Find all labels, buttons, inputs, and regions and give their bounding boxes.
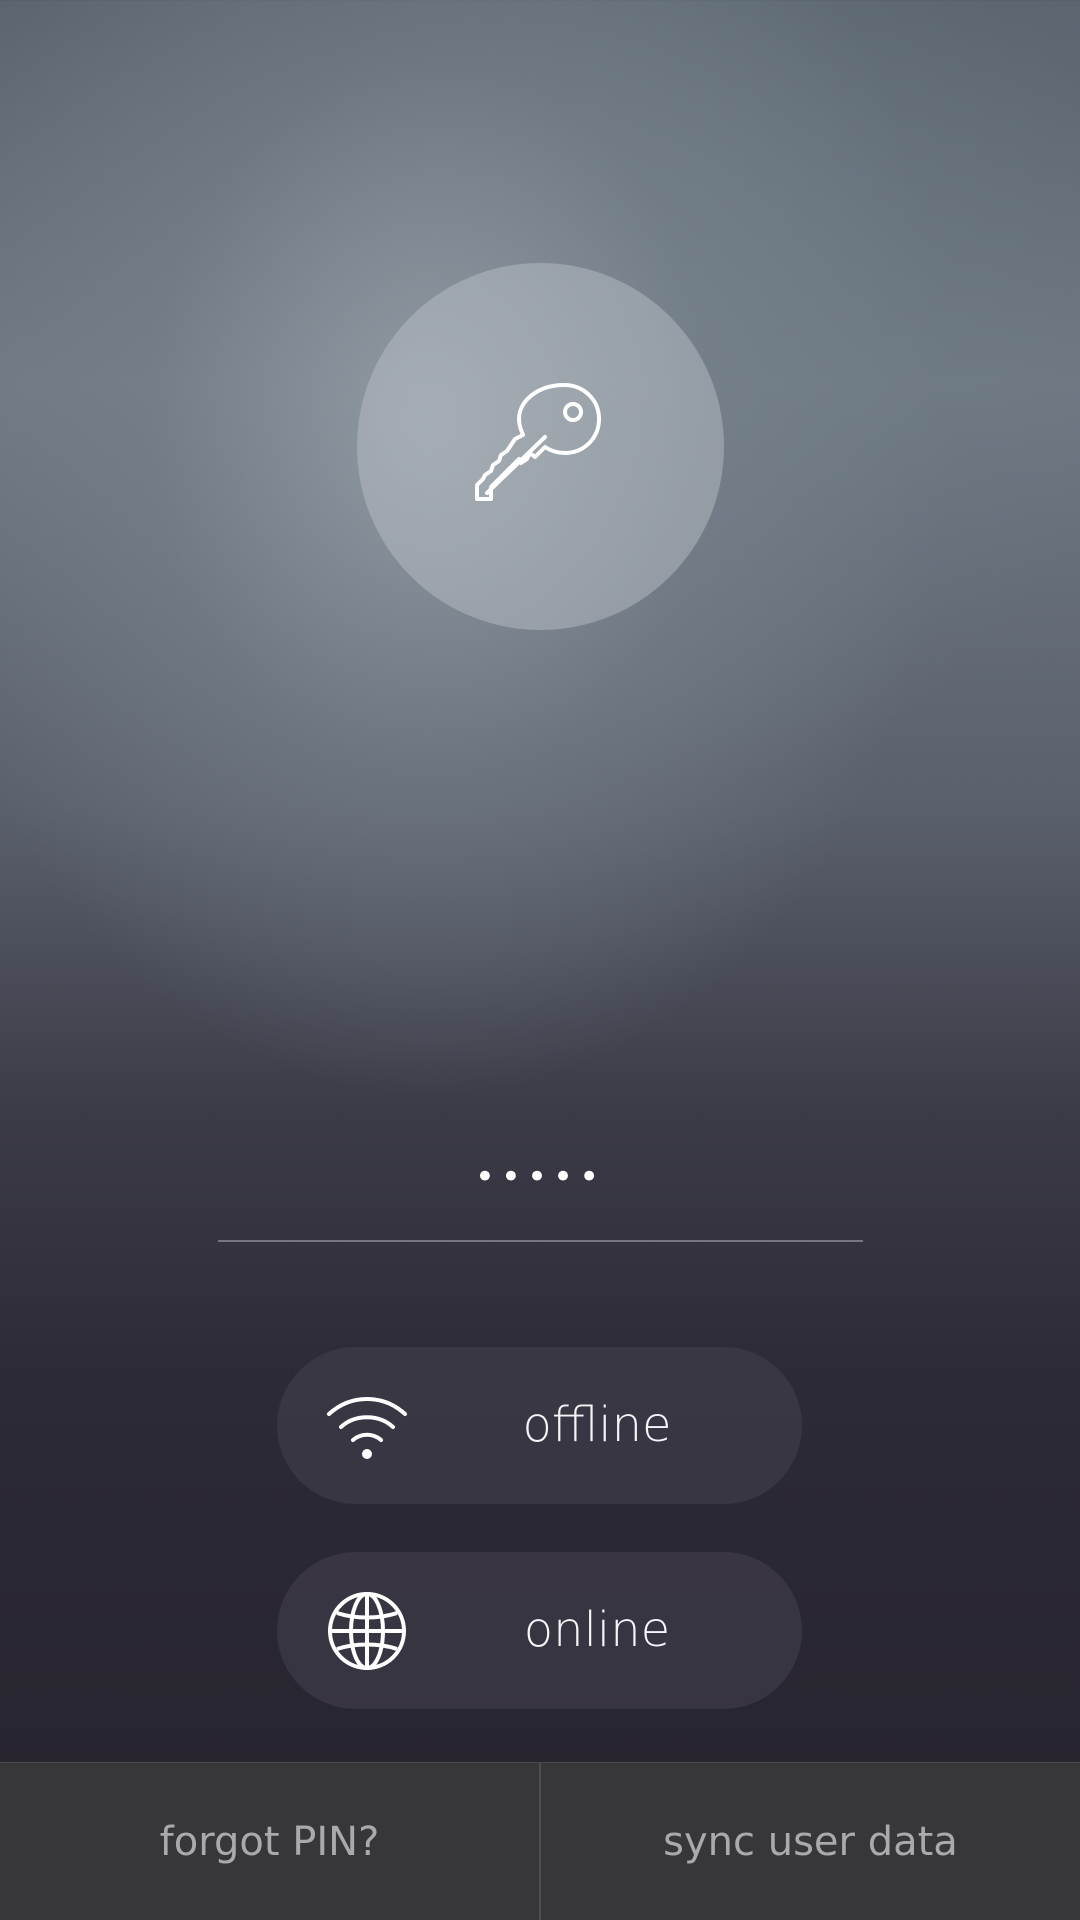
online-button[interactable]: online <box>277 1552 802 1709</box>
offline-label: offline <box>522 1397 672 1453</box>
online-label: online <box>523 1602 671 1658</box>
forgot-pin-button[interactable]: forgot PIN? <box>0 1763 539 1920</box>
key-badge <box>357 263 724 630</box>
globe-icon <box>325 1589 409 1673</box>
key-icon <box>474 382 601 501</box>
sync-user-data-button[interactable]: sync user data <box>541 1763 1080 1920</box>
offline-button[interactable]: offline <box>277 1347 802 1504</box>
pin-underline <box>218 1240 863 1242</box>
pin-input-display[interactable]: ••••• <box>0 1150 1080 1204</box>
sync-user-data-label: sync user data <box>663 1818 958 1865</box>
forgot-pin-label: forgot PIN? <box>159 1818 380 1865</box>
footer-bar: forgot PIN? sync user data <box>0 1762 1080 1920</box>
wifi-icon <box>325 1384 409 1468</box>
